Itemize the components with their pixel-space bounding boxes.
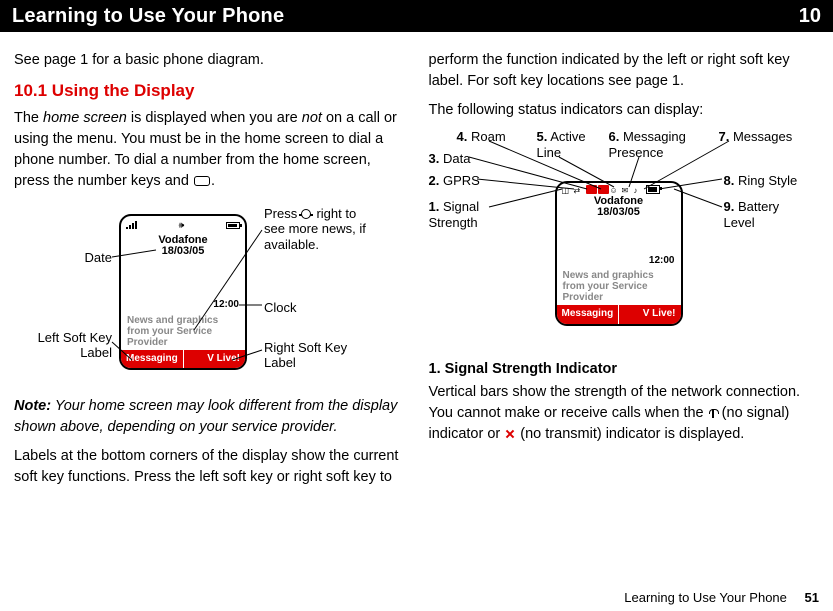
- phone-status-bar: 🕪: [121, 216, 245, 233]
- gprs-icon: ◫: [562, 185, 573, 194]
- ring-style-icon: ♪: [634, 185, 645, 194]
- left-column: See page 1 for a basic phone diagram. 10…: [14, 50, 405, 496]
- label-3: 3. Data: [429, 151, 471, 167]
- phone-brand-date: Vodafone 18/03/05: [121, 235, 245, 257]
- phone-body-2: 12:00: [557, 218, 681, 270]
- label-4: 4. Roam: [457, 129, 506, 145]
- callout-press-right: Press right to see more news, if availab…: [264, 206, 374, 253]
- phone-softkey-bar: Messaging V Live!: [121, 350, 245, 369]
- softkey-right-2: V Live!: [618, 305, 680, 324]
- header-title: Learning to Use Your Phone: [12, 5, 284, 28]
- label-7: 7. Messages: [719, 129, 793, 145]
- status-indicator-figure: ◫ ⇄ ☺ ✉ ♪ Vodafone 18/03/05 12:00 News a…: [429, 129, 820, 349]
- label-9: 9. Battery Level: [724, 199, 784, 230]
- nav-key-icon: [301, 209, 311, 219]
- home-screen-figure: 🕪 Vodafone 18/03/05 12:00 News and graph…: [14, 200, 405, 390]
- callout-clock: Clock: [264, 300, 297, 316]
- display-paragraph: The home screen is displayed when you ar…: [14, 108, 405, 192]
- label-6: 6. Messaging Presence: [609, 129, 689, 160]
- phone-screen-2: ◫ ⇄ ☺ ✉ ♪ Vodafone 18/03/05 12:00 News a…: [555, 181, 683, 326]
- label-8: 8. Ring Style: [724, 173, 798, 189]
- subsection-title: 1. Signal Strength Indicator: [429, 359, 820, 380]
- chapter-number: 10: [799, 5, 821, 28]
- battery-icon-2: [646, 185, 660, 194]
- callout-right-softkey: Right Soft Key Label: [264, 340, 374, 371]
- signal-strength-paragraph: Vertical bars show the strength of the n…: [429, 382, 820, 445]
- page-header: Learning to Use Your Phone 10: [0, 0, 833, 32]
- phone-screen: 🕪 Vodafone 18/03/05 12:00 News and graph…: [119, 214, 247, 371]
- call-key-icon: [194, 176, 210, 186]
- no-transmit-icon: [504, 429, 516, 439]
- note-paragraph: Note: Your home screen may look differen…: [14, 396, 405, 438]
- page-content: See page 1 for a basic phone diagram. 10…: [0, 32, 833, 496]
- label-1: 1. Signal Strength: [429, 199, 489, 230]
- messages-icon: ✉: [622, 185, 633, 194]
- label-5: 5. Active Line: [537, 129, 597, 160]
- right-column: perform the function indicated by the le…: [429, 50, 820, 496]
- phone-clock-2: 12:00: [649, 254, 675, 269]
- signal-bars-icon: [126, 221, 137, 229]
- softkey-right: V Live!: [183, 350, 245, 369]
- phone-status-icons: ◫ ⇄ ☺ ✉ ♪: [557, 183, 681, 194]
- data-icon: ⇄: [574, 185, 585, 194]
- callout-left-softkey: Left Soft Key Label: [34, 330, 112, 361]
- phone-softkey-bar-2: Messaging V Live!: [557, 305, 681, 324]
- continue-paragraph: perform the function indicated by the le…: [429, 50, 820, 92]
- battery-icon: [226, 222, 240, 229]
- callout-date: Date: [62, 250, 112, 266]
- phone-body: 12:00: [121, 257, 245, 315]
- phone-news-2: News and graphics from your Service Prov…: [557, 270, 681, 305]
- status-intro: The following status indicators can disp…: [429, 100, 820, 121]
- footer-text: Learning to Use Your Phone: [624, 590, 787, 605]
- intro-text: See page 1 for a basic phone diagram.: [14, 50, 405, 71]
- softkey-left: Messaging: [121, 350, 183, 369]
- footer-page-number: 51: [805, 590, 819, 605]
- phone-brand-date-2: Vodafone 18/03/05: [557, 196, 681, 218]
- active-line-icon: [598, 185, 609, 194]
- phone-clock: 12:00: [213, 298, 239, 313]
- softkey-paragraph: Labels at the bottom corners of the disp…: [14, 446, 405, 488]
- no-signal-icon: [708, 409, 718, 418]
- label-2: 2. GPRS: [429, 173, 480, 189]
- phone-news-ticker: News and graphics from your Service Prov…: [121, 315, 245, 350]
- presence-icon: ☺: [610, 185, 621, 194]
- page-footer: Learning to Use Your Phone 51: [624, 590, 819, 605]
- sound-icon: 🕪: [179, 219, 185, 232]
- section-title: 10.1 Using the Display: [14, 79, 405, 104]
- roam-icon: [586, 185, 597, 194]
- softkey-left-2: Messaging: [557, 305, 619, 324]
